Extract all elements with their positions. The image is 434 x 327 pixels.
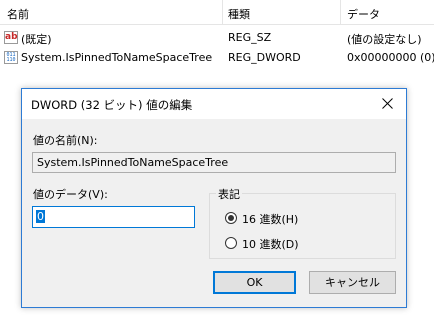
- value-name-label: 値の名前(N):: [33, 134, 98, 147]
- value-data: (値の設定なし): [347, 33, 422, 46]
- value-data-label: 値のデータ(V):: [33, 188, 108, 201]
- column-header-type[interactable]: 種類: [228, 6, 250, 22]
- column-header-data[interactable]: データ: [347, 6, 380, 22]
- string-value-icon: ab: [4, 31, 18, 44]
- column-header-name[interactable]: 名前: [7, 6, 29, 22]
- value-data-input[interactable]: 0: [32, 206, 195, 228]
- ok-button[interactable]: OK: [213, 271, 296, 294]
- base-group-label: 表記: [216, 186, 242, 202]
- dialog-title: DWORD (32 ビット) 値の編集: [31, 98, 193, 112]
- value-data-text: 0: [36, 210, 45, 223]
- list-item[interactable]: 011 110 System.IsPinnedToNameSpaceTree R…: [0, 48, 434, 68]
- value-data: 0x00000000 (0): [347, 51, 434, 64]
- binary-value-icon: 011 110: [4, 51, 18, 64]
- close-icon: [382, 98, 393, 109]
- radio-decimal-label[interactable]: 10 進数(D): [242, 236, 299, 252]
- close-button[interactable]: [370, 89, 406, 119]
- radio-unselected-indicator[interactable]: [225, 237, 237, 249]
- value-type: REG_DWORD: [228, 51, 301, 64]
- radio-selected-indicator[interactable]: [225, 212, 237, 224]
- list-header: 名前 種類 データ: [0, 0, 434, 25]
- cancel-button[interactable]: キャンセル: [309, 271, 396, 294]
- dialog-titlebar[interactable]: DWORD (32 ビット) 値の編集: [22, 89, 406, 119]
- column-divider[interactable]: [222, 0, 223, 25]
- value-name: System.IsPinnedToNameSpaceTree: [21, 51, 213, 64]
- edit-dword-dialog: DWORD (32 ビット) 値の編集 値の名前(N): System.IsPi…: [21, 88, 407, 308]
- dialog-body: 値の名前(N): System.IsPinnedToNameSpaceTree …: [22, 119, 406, 307]
- value-type: REG_SZ: [228, 31, 272, 44]
- value-name: (既定): [21, 33, 52, 46]
- column-divider[interactable]: [340, 0, 341, 25]
- radio-hexadecimal-label[interactable]: 16 進数(H): [242, 211, 298, 227]
- list-item[interactable]: ab (既定) REG_SZ (値の設定なし): [0, 28, 434, 48]
- base-groupbox: 表記 16 進数(H) 10 進数(D): [209, 186, 396, 259]
- value-name-field[interactable]: System.IsPinnedToNameSpaceTree: [32, 152, 396, 173]
